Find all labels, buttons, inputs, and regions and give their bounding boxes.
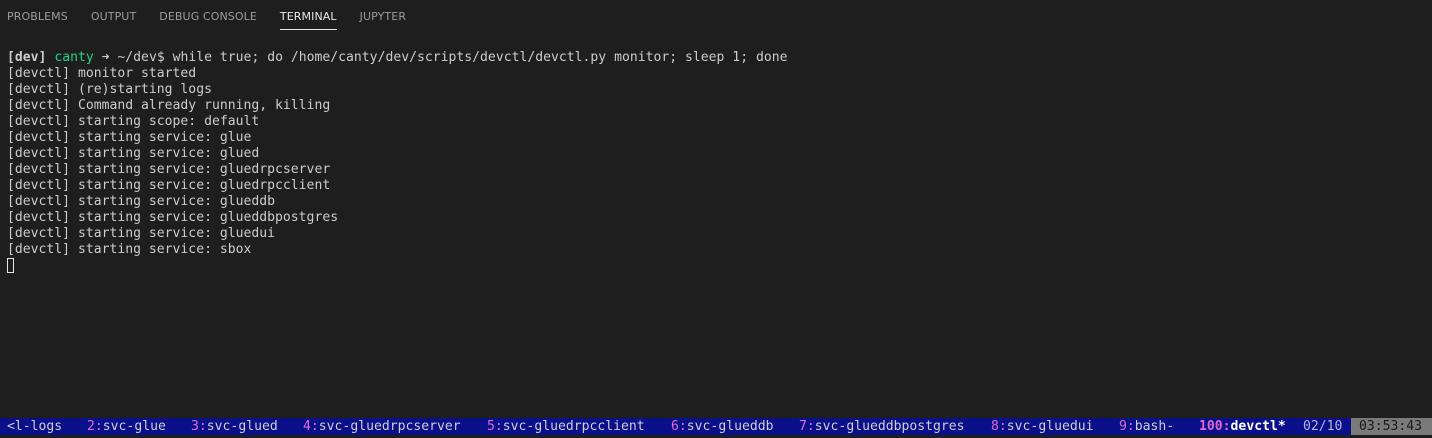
output-line: [devctl] starting service: glueddb bbox=[7, 194, 276, 209]
prompt-line: [dev] canty ➜ ~/dev$ while true; do /hom… bbox=[7, 50, 1425, 66]
tmux-window-svc-glueddb[interactable]: 6:svc-glueddb bbox=[671, 418, 774, 435]
tmux-window-logs[interactable]: <l-logs bbox=[7, 418, 62, 435]
prompt-command: while true; do /home/canty/dev/scripts/d… bbox=[172, 50, 788, 65]
output-line: [devctl] monitor started bbox=[7, 66, 197, 81]
output-line: [devctl] (re)starting logs bbox=[7, 82, 212, 97]
output-line: [devctl] starting service: sbox bbox=[7, 242, 252, 257]
output-line: [devctl] starting scope: default bbox=[7, 114, 260, 129]
output-line: [devctl] starting service: gluedrpcserve… bbox=[7, 162, 331, 177]
output-line: [devctl] starting service: glue bbox=[7, 130, 252, 145]
tmux-clock: 03:53:43 bbox=[1351, 418, 1432, 435]
terminal-cursor bbox=[7, 258, 14, 273]
cursor-line bbox=[7, 258, 1425, 274]
output-line: [devctl] Command already running, killin… bbox=[7, 98, 331, 113]
prompt-user: canty bbox=[54, 50, 94, 65]
prompt-env: [dev] bbox=[7, 50, 47, 65]
tmux-window-devctl[interactable]: 100:devctl* bbox=[1199, 418, 1286, 435]
tab-output[interactable]: OUTPUT bbox=[91, 0, 136, 29]
panel-tab-bar: PROBLEMS OUTPUT DEBUG CONSOLE TERMINAL J… bbox=[0, 0, 1432, 34]
prompt-arrow: ➜ bbox=[101, 50, 110, 65]
tmux-window-bash[interactable]: 9:bash- bbox=[1119, 418, 1174, 435]
tmux-window-svc-glue[interactable]: 2:svc-glue bbox=[87, 418, 166, 435]
terminal-output[interactable]: [dev] canty ➜ ~/dev$ while true; do /hom… bbox=[7, 50, 1425, 274]
tmux-status-bar: <l-logs 2:svc-glue 3:svc-glued 4:svc-glu… bbox=[0, 418, 1432, 435]
tmux-window-svc-gluedrpcclient[interactable]: 5:svc-gluedrpcclient bbox=[487, 418, 645, 435]
tmux-window-svc-glued[interactable]: 3:svc-glued bbox=[191, 418, 278, 435]
terminal-panel: PROBLEMS OUTPUT DEBUG CONSOLE TERMINAL J… bbox=[0, 0, 1432, 438]
tmux-window-count: 02/10 bbox=[1303, 419, 1343, 434]
tab-debug-console[interactable]: DEBUG CONSOLE bbox=[159, 0, 257, 29]
tab-jupyter[interactable]: JUPYTER bbox=[360, 0, 406, 29]
output-line: [devctl] starting service: glueddbpostgr… bbox=[7, 210, 339, 225]
tab-terminal[interactable]: TERMINAL bbox=[279, 0, 337, 30]
output-line: [devctl] starting service: gluedrpcclien… bbox=[7, 178, 331, 193]
tab-problems[interactable]: PROBLEMS bbox=[7, 0, 68, 29]
tmux-window-svc-gluedrpcserver[interactable]: 4:svc-gluedrpcserver bbox=[303, 418, 461, 435]
output-line: [devctl] starting service: gluedui bbox=[7, 226, 276, 241]
prompt-cwd: ~/dev$ bbox=[117, 50, 165, 65]
tmux-window-svc-gluedui[interactable]: 8:svc-gluedui bbox=[991, 418, 1094, 435]
output-line: [devctl] starting service: glued bbox=[7, 146, 260, 161]
tmux-window-svc-glueddbpostgres[interactable]: 7:svc-glueddbpostgres bbox=[799, 418, 965, 435]
